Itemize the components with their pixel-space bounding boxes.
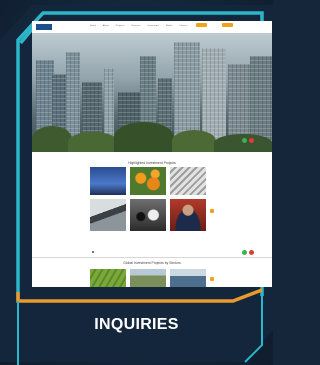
nav-item: Investment <box>147 25 160 27</box>
nav-item: Home <box>90 25 97 27</box>
nav-item: Media <box>166 25 173 27</box>
project-tile-highway <box>90 199 126 231</box>
site-nav-items: Home About Projects Services Investment … <box>90 25 194 27</box>
section-title: Global Investment Projects by Sectors <box>123 261 181 265</box>
sector-tile-farm <box>90 269 126 287</box>
whatsapp-icon <box>242 250 247 255</box>
nav-item: Services <box>131 25 141 27</box>
nav-item: About <box>102 25 110 27</box>
nav-item: Projects <box>115 25 125 27</box>
sector-tile-port <box>170 269 206 287</box>
nav-cta-button <box>222 23 233 27</box>
sector-projects-section: Global Investment Projects by Sectors <box>32 258 272 287</box>
nav-item: Contact <box>179 25 188 27</box>
chat-icon <box>249 138 254 143</box>
project-tile-oranges <box>130 167 166 195</box>
inquiries-button[interactable]: INQUIRIES <box>0 316 273 334</box>
nav-cta-button <box>196 23 207 27</box>
project-tile-pipes <box>170 167 206 195</box>
project-tile-cows <box>130 199 166 231</box>
website-screenshot: Home About Projects Services Investment … <box>32 21 272 287</box>
site-logo <box>36 24 52 30</box>
project-tile-person <box>170 199 206 231</box>
whatsapp-icon <box>242 138 247 143</box>
hero-city-image <box>32 33 272 152</box>
carousel-arrow-icon <box>210 277 214 281</box>
carousel-dot <box>92 251 94 253</box>
sector-tile-field <box>130 269 166 287</box>
carousel-arrow-icon <box>210 209 214 213</box>
section-title: Highlighted Investment Projects <box>128 161 176 165</box>
highlighted-projects-section: Highlighted Investment Projects <box>32 152 272 257</box>
project-tile-city <box>90 167 126 195</box>
chat-icon <box>249 250 254 255</box>
